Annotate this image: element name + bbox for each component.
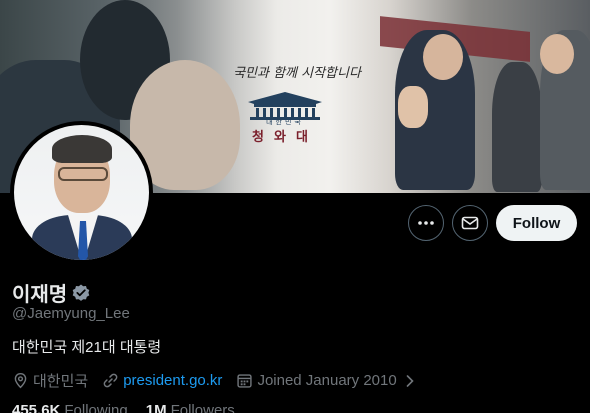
- followers-link[interactable]: 1M Followers: [146, 402, 235, 413]
- banner-hand: [398, 86, 428, 128]
- avatar-photo: [14, 125, 149, 260]
- following-count: 455.6K: [12, 402, 61, 413]
- banner-figure: [492, 62, 542, 192]
- joined-text: Joined January 2010: [257, 372, 397, 389]
- following-link[interactable]: 455.6K Following: [12, 402, 128, 413]
- website-item[interactable]: president.go.kr: [102, 372, 222, 389]
- more-icon: [418, 221, 434, 225]
- profile-bio: 대한민국 제21대 대통령: [12, 339, 162, 356]
- chevron-right-icon: [406, 374, 414, 387]
- website-link[interactable]: president.go.kr: [123, 372, 222, 389]
- joined-item[interactable]: Joined January 2010: [236, 372, 414, 389]
- avatar-hair: [52, 135, 112, 163]
- banner-figure-face: [423, 34, 463, 80]
- envelope-icon: [461, 216, 479, 230]
- avatar-glasses: [58, 167, 108, 181]
- banner-slogan: 국민과 함께 시작합니다: [233, 66, 361, 81]
- link-icon: [103, 373, 118, 388]
- user-handle: @Jaemyung_Lee: [12, 305, 130, 322]
- profile-meta: 대한민국 president.go.kr Joined January 2010: [12, 370, 429, 391]
- followers-label: Followers: [170, 402, 235, 413]
- verified-badge-icon[interactable]: [71, 283, 91, 303]
- display-name: 이재명: [12, 284, 68, 306]
- message-button[interactable]: [452, 205, 488, 241]
- display-name-row: 이재명: [12, 278, 91, 307]
- more-options-button[interactable]: [408, 205, 444, 241]
- follow-stats: 455.6K Following 1M Followers: [12, 402, 235, 413]
- banner-name: 청와대: [252, 129, 318, 144]
- location-pin-icon: [14, 372, 27, 389]
- following-label: Following: [64, 402, 128, 413]
- banner-figure-face: [540, 34, 574, 74]
- followers-count: 1M: [145, 402, 167, 413]
- calendar-icon: [237, 374, 253, 388]
- location-text: 대한민국: [33, 373, 89, 390]
- profile-avatar[interactable]: [10, 121, 153, 264]
- follow-button[interactable]: Follow: [496, 205, 577, 241]
- location-item: 대한민국: [12, 370, 88, 391]
